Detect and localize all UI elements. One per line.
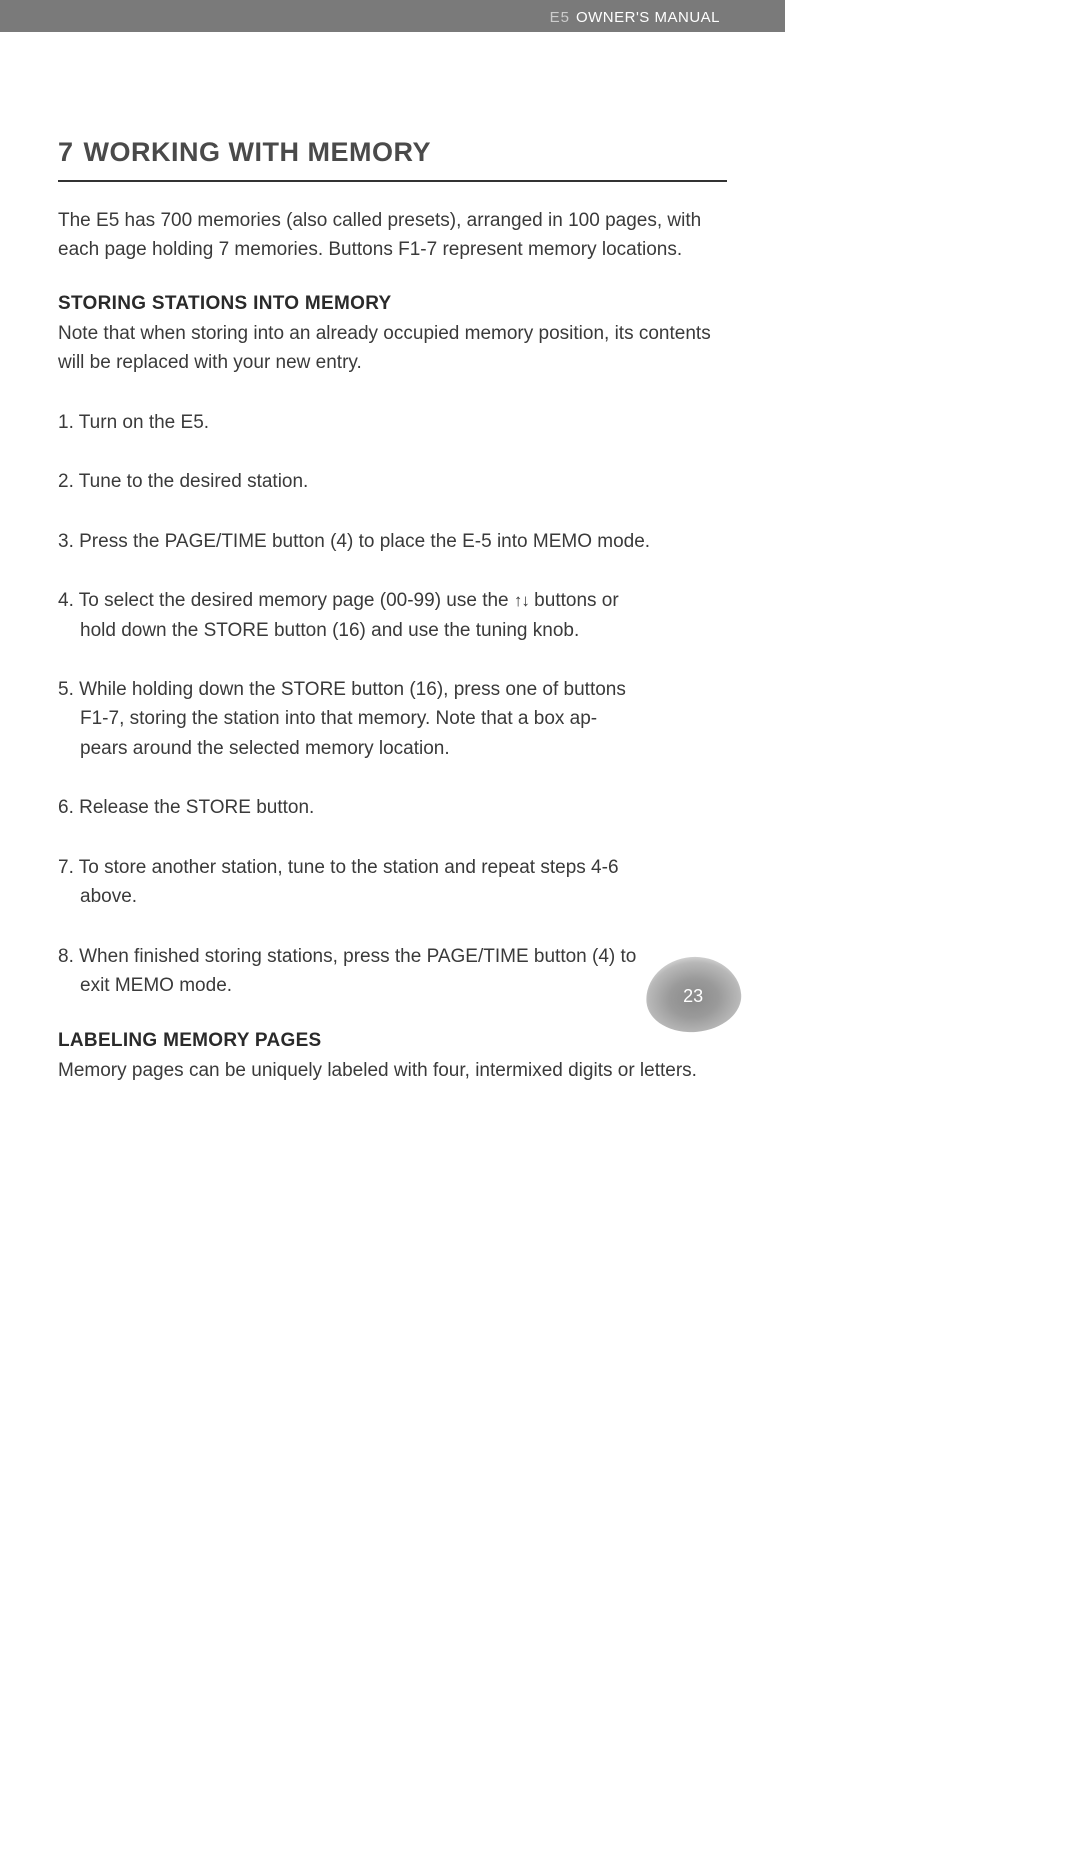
step-8-text-b: exit MEMO mode. [58, 971, 727, 1000]
header-bar: E5 OWNER'S MANUAL [0, 0, 785, 32]
step-5-text-b: F1-7, storing the station into that memo… [58, 704, 727, 733]
header-product-code: E5 [550, 9, 570, 26]
intro-paragraph: The E5 has 700 memories (also called pre… [58, 206, 727, 265]
header-manual-title: OWNER'S MANUAL [576, 9, 720, 26]
chapter-number: 7 [58, 137, 74, 167]
step-1: 1. Turn on the E5. [58, 408, 727, 437]
page-content: 7 WORKING WITH MEMORY The E5 has 700 memo… [0, 32, 785, 1086]
step-7: 7. To store another station, tune to the… [58, 853, 727, 912]
step-4-text-c: hold down the STORE button (16) and use … [58, 616, 727, 645]
step-8: 8. When finished storing stations, press… [58, 942, 727, 1001]
labeling-section: LABELING MEMORY PAGES Memory pages can b… [58, 1030, 727, 1085]
step-4-text-b: buttons or [529, 590, 619, 611]
labeling-text: Memory pages can be uniquely labeled wit… [58, 1056, 727, 1085]
chapter-title: WORKING WITH MEMORY [84, 137, 431, 167]
step-3: 3. Press the PAGE/TIME button (4) to pla… [58, 527, 727, 556]
storing-note: Note that when storing into an already o… [58, 319, 727, 378]
step-5-text-a: 5. While holding down the STORE button (… [58, 679, 626, 700]
step-6: 6. Release the STORE button. [58, 793, 727, 822]
chapter-heading: 7 WORKING WITH MEMORY [58, 137, 727, 182]
section-heading-storing: STORING STATIONS INTO MEMORY [58, 293, 727, 315]
step-2: 2. Tune to the desired station. [58, 467, 727, 496]
step-5-text-c: pears around the selected memory locatio… [58, 734, 727, 763]
section-heading-labeling: LABELING MEMORY PAGES [58, 1030, 727, 1052]
step-7-text-b: above. [58, 882, 727, 911]
step-7-text-a: 7. To store another station, tune to the… [58, 857, 619, 878]
storing-steps-list: 1. Turn on the E5. 2. Tune to the desire… [58, 408, 727, 1001]
step-4: 4. To select the desired memory page (00… [58, 586, 727, 645]
up-down-arrows-icon: ↑↓ [514, 591, 529, 610]
step-5: 5. While holding down the STORE button (… [58, 675, 727, 763]
step-4-text-a: 4. To select the desired memory page (00… [58, 590, 514, 611]
step-8-text-a: 8. When finished storing stations, press… [58, 946, 636, 967]
page-number: 23 [684, 986, 704, 1007]
